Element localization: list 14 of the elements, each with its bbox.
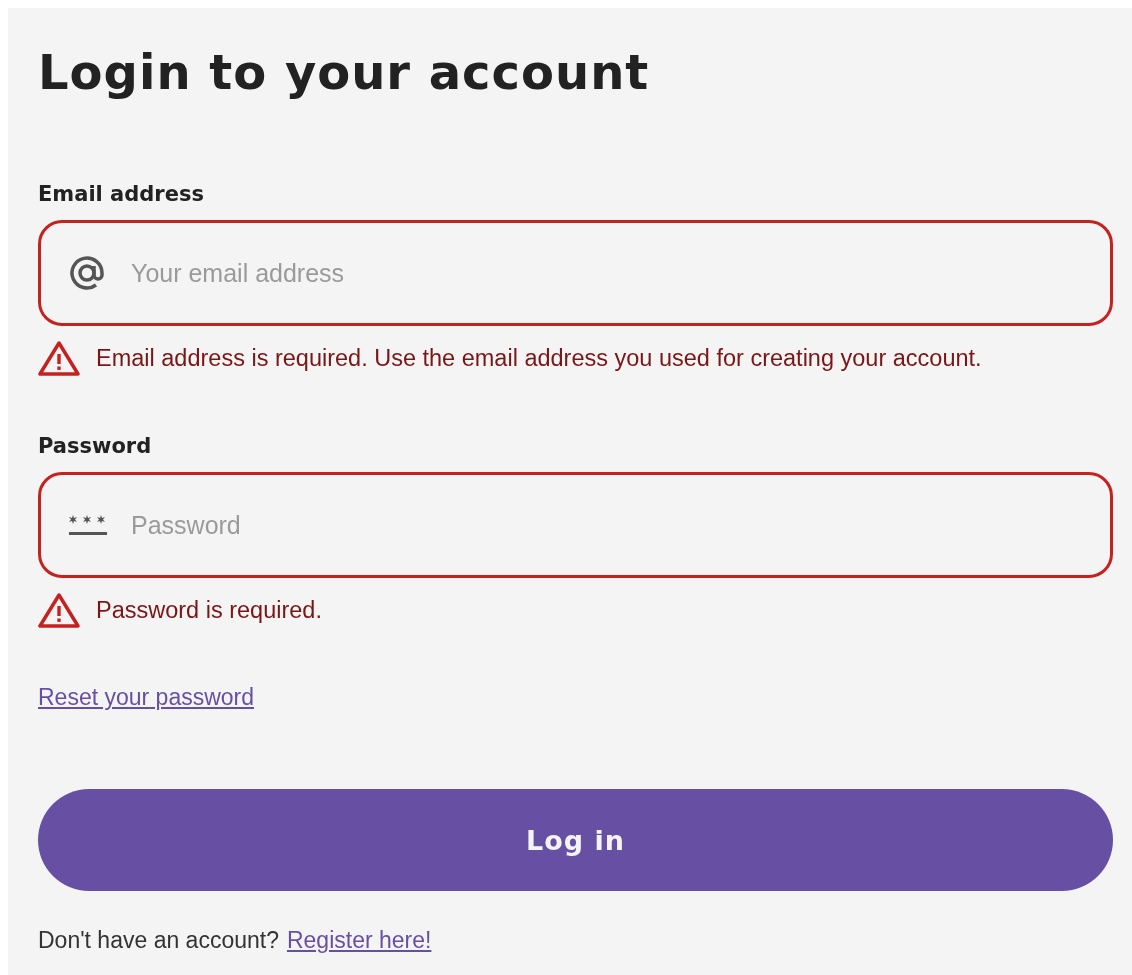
page-title: Login to your account xyxy=(38,44,651,100)
register-link[interactable]: Register here! xyxy=(286,927,432,954)
at-sign-icon xyxy=(68,254,106,292)
register-prompt: Don't have an account? xyxy=(38,927,279,954)
reset-password-link[interactable]: Reset your password xyxy=(38,684,255,711)
field-label: Email address xyxy=(38,182,204,206)
warning-icon xyxy=(38,592,80,628)
error-message: Password is required. xyxy=(96,596,322,624)
password-field[interactable]: Password xyxy=(38,472,1113,578)
email-field[interactable]: Your email address xyxy=(38,220,1113,326)
warning-icon xyxy=(38,340,80,376)
login-button[interactable]: Log in xyxy=(38,789,1113,891)
field-label: Password xyxy=(38,434,152,458)
error-message: Email address is required. Use the email address you used for creating your account. xyxy=(96,344,982,372)
